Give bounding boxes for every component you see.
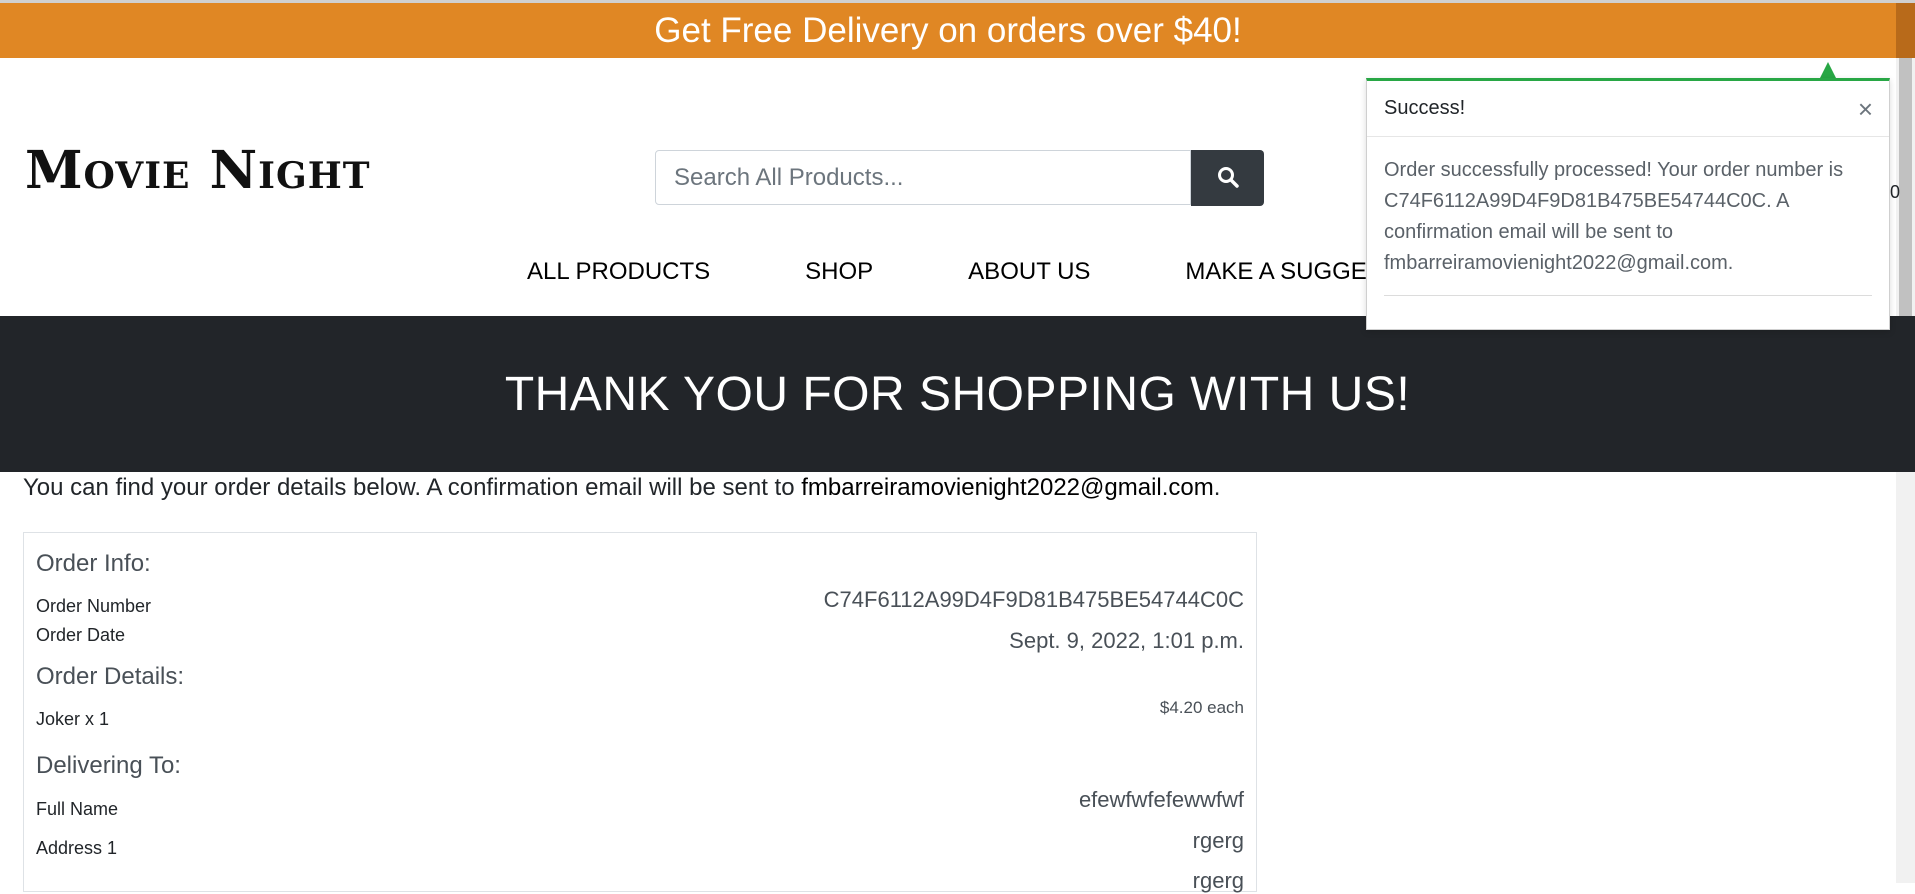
nav-all-products[interactable]: ALL PRODUCTS <box>527 258 710 290</box>
toast-arrow <box>1820 62 1836 78</box>
cart-total-peek[interactable]: 0 <box>1890 182 1900 203</box>
address2-value: rgerg <box>1192 868 1244 893</box>
intro-end: . <box>1213 474 1221 501</box>
full-name-value: efewfwfefewwfwf <box>1078 787 1244 812</box>
toast-divider <box>1384 295 1872 296</box>
full-name-label: Full Name <box>36 799 119 819</box>
order-date-value: Sept. 9, 2022, 1:01 p.m. <box>1009 628 1244 653</box>
order-info-title: Order Info: <box>36 550 151 577</box>
nav-shop[interactable]: SHOP <box>805 258 873 290</box>
order-details-title: Order Details: <box>36 663 185 690</box>
address1-label: Address 1 <box>36 838 118 858</box>
page-title: THANK YOU FOR SHOPPING WITH US! <box>504 367 1411 421</box>
close-icon[interactable]: × <box>1858 96 1873 122</box>
hero-band: THANK YOU FOR SHOPPING WITH US! <box>0 316 1915 472</box>
site-logo[interactable]: Movie Night <box>25 140 371 201</box>
search-icon <box>1216 165 1240 192</box>
promo-banner: Get Free Delivery on orders over $40! <box>0 3 1896 58</box>
search-input[interactable] <box>655 150 1191 205</box>
order-intro: You can find your order details below. A… <box>23 474 1220 502</box>
order-item-label: Joker x 1 <box>36 709 110 729</box>
order-number-value: C74F6112A99D4F9D81B475BE54744C0C <box>823 587 1244 612</box>
intro-text: You can find your order details below. A… <box>23 474 802 501</box>
scrollbar-top <box>1896 3 1915 58</box>
delivering-to-title: Delivering To: <box>36 752 181 779</box>
success-toast: Success! × Order successfully processed!… <box>1366 78 1890 330</box>
order-item-price: $4.20 each <box>1159 698 1244 717</box>
toast-message: Order successfully processed! Your order… <box>1384 159 1844 274</box>
toast-header: Success! × <box>1367 81 1889 137</box>
toast-title: Success! <box>1384 97 1466 119</box>
nav-about-us[interactable]: ABOUT US <box>968 258 1090 290</box>
order-date-label: Order Date <box>36 625 126 645</box>
order-number-label: Order Number <box>36 596 152 616</box>
promo-banner-text: Get Free Delivery on orders over $40! <box>654 10 1242 50</box>
order-summary-card: Order Info: Order Number C74F6112A99D4F9… <box>23 532 1257 893</box>
address1-value: rgerg <box>1192 828 1244 853</box>
intro-email: fmbarreiramovienight2022@gmail.com <box>801 474 1214 501</box>
search-button[interactable] <box>1191 150 1264 206</box>
